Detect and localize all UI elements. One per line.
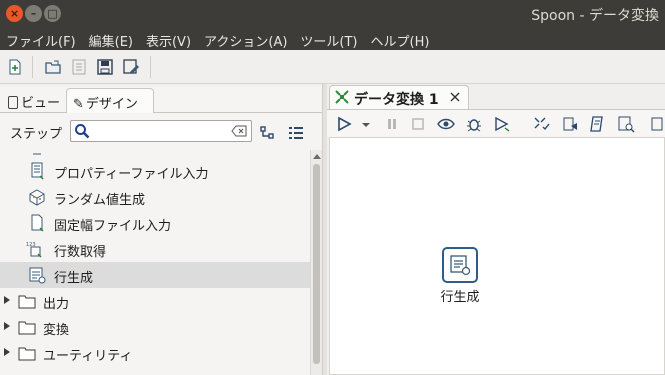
expand-tree-icon[interactable] (288, 126, 304, 140)
verify-icon[interactable] (533, 115, 551, 133)
menu-edit[interactable]: 編集(E) (83, 28, 140, 50)
collapse-tree-icon[interactable] (260, 126, 276, 140)
search-icon (75, 124, 90, 139)
transformation-icon (335, 90, 349, 104)
scroll-up-icon[interactable] (313, 154, 321, 159)
explore-repository-icon[interactable] (70, 58, 88, 76)
more-tools-icon[interactable] (651, 115, 665, 133)
menu-bar: ファイル(F) 編集(E) 表示(V) アクション(A) ツール(T) ヘルプ(… (0, 28, 665, 50)
tree-item-properties-input[interactable]: プロパティーファイル入力 (0, 158, 310, 184)
title-bar: × – □ Spoon - データ変換 (0, 0, 665, 28)
save-icon[interactable] (96, 58, 114, 76)
generate-rows-icon (29, 267, 46, 284)
explore-db-icon[interactable] (617, 115, 635, 133)
properties-file-icon (31, 162, 44, 180)
stop-icon[interactable] (409, 115, 427, 133)
step-search-input[interactable] (70, 120, 252, 142)
tab-design[interactable]: ✎ デザイン (66, 88, 154, 113)
tab-title: データ変換 1 (354, 92, 439, 108)
menu-action[interactable]: アクション(A) (198, 28, 294, 50)
expand-arrow-icon[interactable] (4, 348, 10, 356)
replay-icon[interactable] (493, 115, 511, 133)
open-file-icon[interactable] (44, 58, 62, 76)
tree-scrollbar[interactable] (310, 150, 322, 375)
step-search-row: ステップ (0, 114, 322, 148)
preview-icon[interactable] (437, 115, 455, 133)
pause-icon[interactable] (383, 115, 401, 133)
folder-icon (18, 347, 36, 361)
row-count-icon: 123 (26, 242, 42, 258)
run-options-dropdown-icon[interactable] (357, 115, 370, 133)
tree-folder-utility[interactable]: ユーティリティ (0, 340, 310, 366)
canvas-step-node[interactable] (442, 247, 478, 283)
view-icon (8, 96, 18, 109)
scrollbar-thumb[interactable] (313, 164, 320, 364)
tree-item-random-value[interactable]: ランダム値生成 (0, 184, 310, 210)
expand-arrow-icon[interactable] (4, 296, 10, 304)
tree-folder-transform[interactable]: 変換 (0, 314, 310, 340)
close-tab-icon[interactable] (450, 92, 460, 102)
step-tree: プロパティーファイル入力 ランダム値生成 固定幅ファイル入力 123 行数取得 … (0, 150, 310, 375)
run-icon[interactable] (335, 115, 353, 133)
pencil-icon: ✎ (73, 97, 84, 112)
transformation-toolbar (327, 109, 665, 137)
right-panel: データ変換 1 行生成 (327, 84, 665, 375)
tree-folder-output[interactable]: 出力 (0, 288, 310, 314)
step-label: ステップ (10, 127, 63, 142)
menu-tools[interactable]: ツール(T) (294, 28, 364, 50)
partial-step-icon (33, 153, 41, 155)
impact-icon[interactable] (561, 115, 579, 133)
transformation-canvas[interactable]: 行生成 (329, 137, 665, 375)
fixed-file-icon (31, 214, 44, 232)
tree-item-row-count[interactable]: 123 行数取得 (0, 236, 310, 262)
folder-icon (18, 295, 36, 309)
left-panel: ビュー ✎ デザイン ステップ プロパティーファイル入力 ランダム値生成 固定幅フ… (0, 86, 322, 375)
close-window-button[interactable]: × (6, 5, 23, 22)
tree-item-fixed-file[interactable]: 固定幅ファイル入力 (0, 210, 310, 236)
debug-icon[interactable] (465, 115, 483, 133)
tab-view[interactable]: ビュー (2, 88, 66, 113)
maximize-window-button[interactable]: □ (44, 5, 61, 22)
left-tabs: ビュー ✎ デザイン (0, 86, 322, 113)
minimize-window-button[interactable]: – (25, 5, 42, 22)
save-as-icon[interactable] (122, 58, 140, 76)
menu-help[interactable]: ヘルプ(H) (365, 28, 437, 50)
generate-rows-icon (450, 255, 471, 276)
sql-icon[interactable] (589, 115, 607, 133)
canvas-step-label: 行生成 (440, 290, 480, 305)
folder-icon (18, 321, 36, 335)
main-toolbar (0, 50, 665, 84)
menu-view[interactable]: 表示(V) (140, 28, 198, 50)
window-title: Spoon - データ変換 (531, 8, 659, 24)
new-file-icon[interactable] (6, 58, 24, 76)
expand-arrow-icon[interactable] (4, 322, 10, 330)
menu-file[interactable]: ファイル(F) (0, 28, 83, 50)
tab-transformation[interactable]: データ変換 1 (329, 85, 469, 109)
clear-search-icon[interactable] (231, 125, 247, 137)
tree-item-generate-rows[interactable]: 行生成 (0, 262, 310, 288)
random-value-icon (29, 189, 45, 206)
